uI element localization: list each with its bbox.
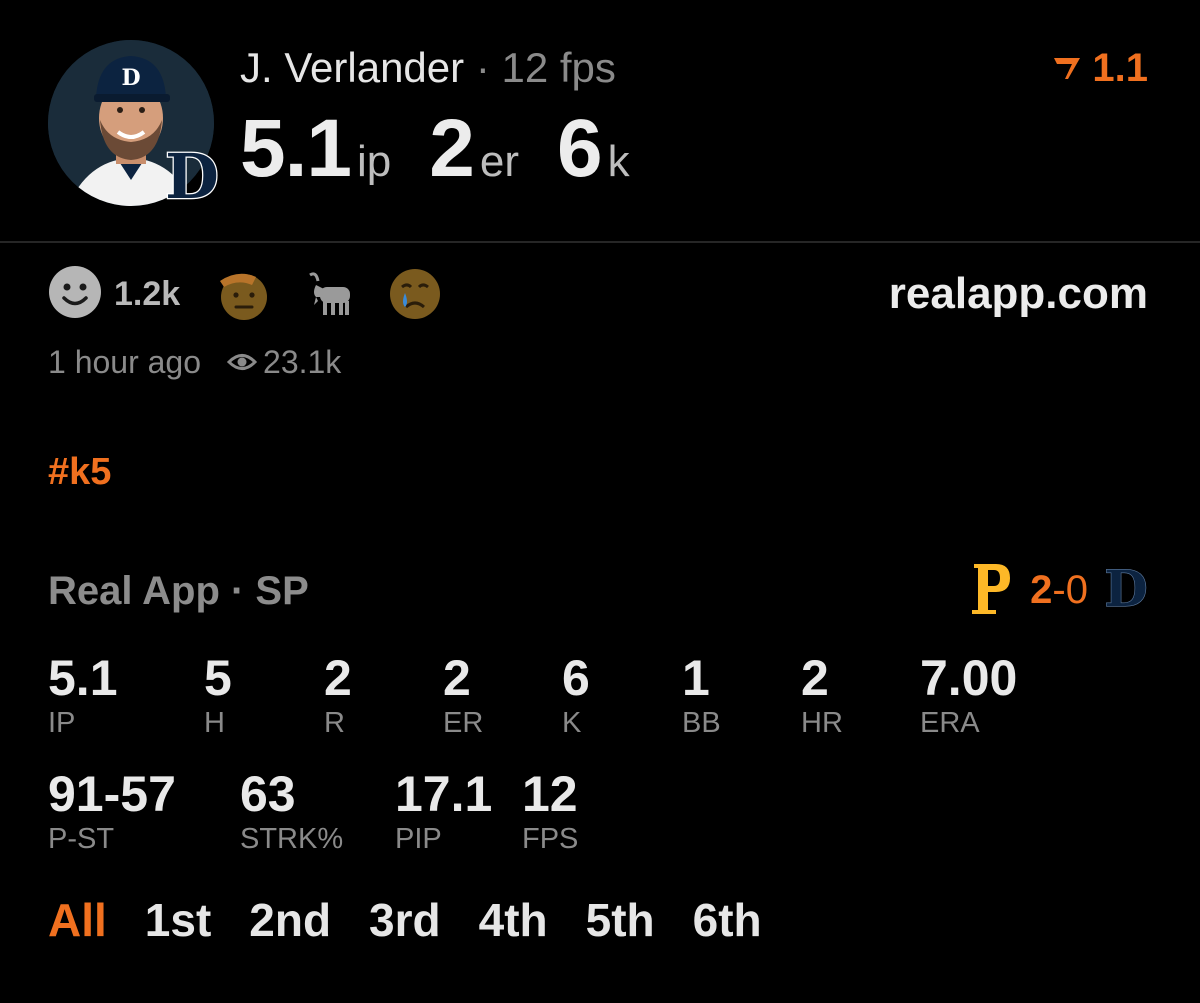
stat-h: 5 H [204, 650, 232, 740]
stat-strike-pct: 63 STRK% [240, 766, 343, 856]
player-name[interactable]: J. Verlander [240, 44, 464, 91]
game-score[interactable]: 2-0 D [970, 558, 1149, 621]
stat-hr: 2 HR [801, 650, 843, 740]
rating-badge[interactable]: 1.1 [1052, 44, 1148, 92]
inning-tabs: All 1st 2nd 3rd 4th 5th 6th [48, 892, 762, 948]
stat-label: R [324, 707, 345, 739]
smiley-face-icon [48, 265, 102, 324]
view-count-value: 23.1k [263, 344, 342, 380]
goat-emoji[interactable] [302, 267, 358, 321]
stat-value: 2 [443, 650, 471, 706]
summary-stat-line: 5.1 ip 2 er 6 k [240, 104, 668, 217]
score-home: 2 [1030, 568, 1053, 612]
tab-1st[interactable]: 1st [145, 892, 211, 948]
title-separator: · [475, 44, 490, 91]
stat-value: 91-57 [48, 766, 176, 822]
stat-label: IP [48, 707, 76, 739]
stat-pip: 17.1 PIP [395, 766, 492, 856]
score-away: 0 [1065, 568, 1088, 612]
rating-value: 1.1 [1092, 46, 1148, 90]
stat-label: K [562, 707, 582, 739]
post-detail: D D J. Verlander · 12 fps 5.1 ip 2 er 6 k 1.1 [0, 0, 1200, 1003]
tigers-d-logo-icon: D [1104, 558, 1149, 621]
stat-label: FPS [522, 823, 579, 855]
tab-all[interactable]: All [48, 892, 107, 948]
stat-label: ERA [920, 707, 980, 739]
header-divider [0, 241, 1200, 243]
stat-value: 12 [522, 766, 578, 822]
tab-6th[interactable]: 6th [693, 892, 762, 948]
player-fps: 12 fps [501, 44, 616, 91]
stat-label: BB [682, 707, 721, 739]
svg-text:D: D [165, 142, 219, 212]
stat-value: 63 [240, 766, 296, 822]
stat-label: ER [443, 707, 484, 739]
reactions-bar: 1.2k [48, 265, 472, 324]
tab-3rd[interactable]: 3rd [369, 892, 441, 948]
stat-k: 6 K [562, 650, 590, 740]
sad-face-emoji[interactable] [388, 267, 442, 321]
stat-r: 2 R [324, 650, 352, 740]
tigers-d-logo-icon: D [164, 139, 220, 215]
post-meta: 1 hour ago 23.1k [48, 340, 341, 384]
stat-er: 2 ER [443, 650, 483, 740]
stat-value: 2 [801, 650, 829, 706]
stat-bb: 1 BB [682, 650, 721, 740]
like-button[interactable]: 1.2k [48, 265, 216, 324]
tab-5th[interactable]: 5th [586, 892, 655, 948]
stat-value: 17.1 [395, 766, 493, 822]
svg-text:D: D [1104, 560, 1147, 616]
stat-era: 7.00 ERA [920, 650, 1017, 740]
saluting-face-emoji[interactable] [216, 267, 272, 321]
summary-er-unit: er [479, 137, 519, 186]
site-link[interactable]: realapp.com [889, 266, 1148, 322]
pirates-p-logo-icon [970, 560, 1014, 621]
stat-fps: 12 FPS [522, 766, 578, 856]
tab-4th[interactable]: 4th [479, 892, 548, 948]
stat-value: 6 [562, 650, 590, 706]
summary-er-value: 2 [429, 103, 475, 194]
stat-value: 1 [682, 650, 710, 706]
like-count: 1.2k [114, 274, 181, 313]
tab-2nd[interactable]: 2nd [249, 892, 331, 948]
stat-source-label: Real App · SP [48, 569, 309, 613]
post-time: 1 hour ago [48, 344, 202, 380]
score-dash: - [1052, 568, 1066, 612]
stat-label: HR [801, 707, 843, 739]
stat-label: STRK% [240, 823, 344, 855]
stat-label: P-ST [48, 823, 115, 855]
summary-k-unit: k [607, 137, 630, 186]
stat-value: 2 [324, 650, 352, 706]
summary-k-value: 6 [556, 103, 603, 194]
stat-ip: 5.1 IP [48, 650, 118, 740]
hashtag-link[interactable]: #k5 [48, 448, 111, 496]
stat-pitches-strikes: 91-57 P-ST [48, 766, 176, 856]
score-text: 2-0 [1030, 565, 1088, 615]
eye-icon [226, 340, 258, 384]
summary-ip-value: 5.1 [240, 103, 352, 194]
stat-value: 5.1 [48, 650, 118, 706]
stat-label: PIP [395, 823, 442, 855]
stat-label: H [204, 707, 225, 739]
view-count: 23.1k [226, 340, 342, 384]
stat-value: 7.00 [920, 650, 1018, 706]
svg-text:D: D [121, 65, 140, 91]
rating-chevron-icon [1052, 44, 1082, 92]
summary-ip-unit: ip [357, 137, 392, 186]
stat-value: 5 [204, 650, 232, 706]
player-title: J. Verlander · 12 fps [240, 44, 616, 92]
